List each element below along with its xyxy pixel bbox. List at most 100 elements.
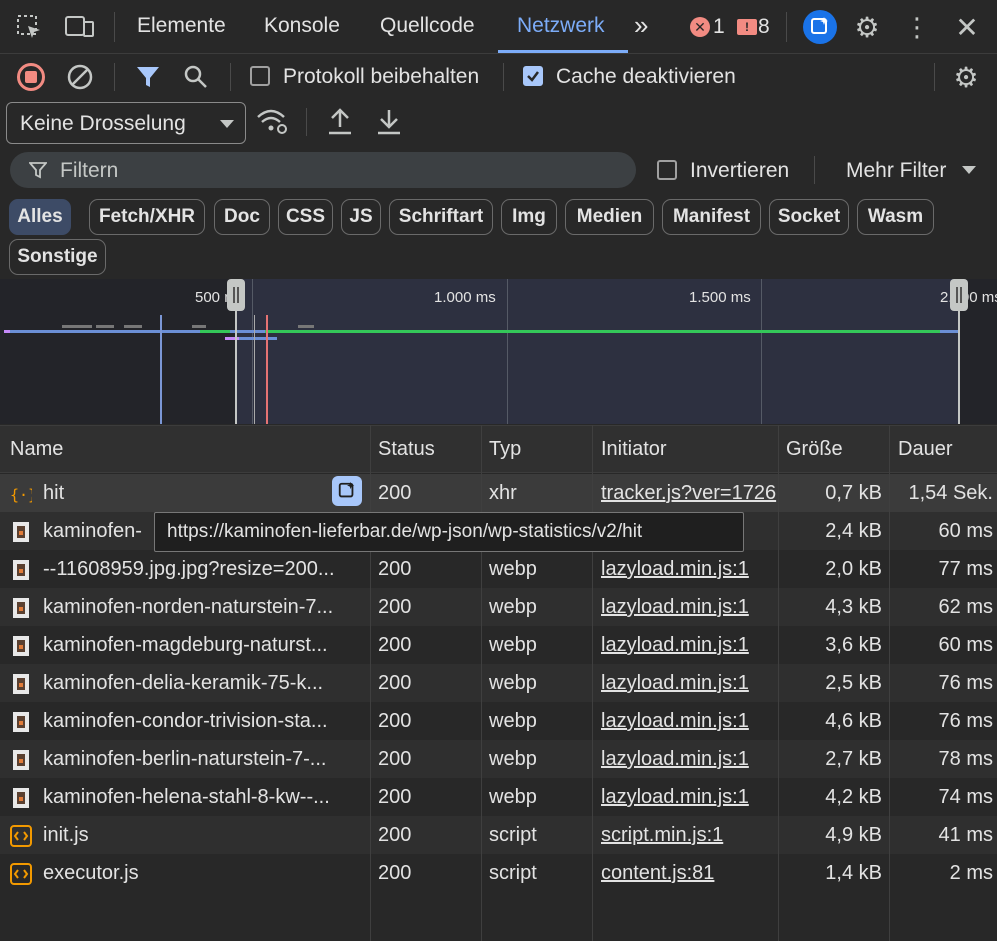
table-row[interactable]: --11608959.jpg.jpg?resize=200... 200 webp l… xyxy=(0,550,997,588)
cell-size: 2,4 kB xyxy=(825,520,882,542)
column-divider xyxy=(592,425,593,941)
chip-fetch-xhr[interactable]: Fetch/XHR xyxy=(89,199,205,235)
image-icon xyxy=(10,749,32,771)
overview-right-handle[interactable] xyxy=(950,279,968,311)
cell-initiator[interactable]: content.js:81 xyxy=(601,862,778,885)
cell-name: init.js xyxy=(43,824,89,846)
preserve-log-label[interactable]: Protokoll beibehalten xyxy=(283,65,479,89)
cell-size: 2,0 kB xyxy=(825,558,882,580)
table-row[interactable]: executor.js 200 script content.js:81 1,4 kB 2… xyxy=(0,854,997,892)
dropdown-arrow-icon[interactable] xyxy=(960,163,978,177)
cell-initiator[interactable]: lazyload.min.js:1 xyxy=(601,634,778,657)
chip-manifest[interactable]: Manifest xyxy=(662,199,761,235)
network-overview-timeline[interactable]: 500 ms 1.000 ms 1.500 ms 2.000 ms xyxy=(0,279,997,424)
cell-initiator[interactable]: lazyload.min.js:1 xyxy=(601,672,778,695)
invert-label[interactable]: Invertieren xyxy=(690,159,789,183)
overview-left-handle[interactable] xyxy=(227,279,245,311)
network-settings-icon[interactable]: ⚙ xyxy=(950,61,982,93)
column-header-initiator[interactable]: Initiator xyxy=(601,438,667,461)
network-toolbar: Protokoll beibehalten Cache deaktivieren… xyxy=(0,55,997,99)
column-header-name[interactable]: Name xyxy=(10,438,63,461)
table-row[interactable]: kaminofen-magdeburg-naturst... 200 webp laz… xyxy=(0,626,997,664)
chip-all[interactable]: Alles xyxy=(9,199,71,235)
filter-input[interactable]: Filtern xyxy=(10,152,636,188)
chip-font[interactable]: Schriftart xyxy=(389,199,493,235)
column-divider xyxy=(481,425,482,941)
marker-line xyxy=(254,315,255,424)
import-har-icon[interactable] xyxy=(324,106,356,138)
network-conditions-icon[interactable] xyxy=(256,106,290,138)
chip-img[interactable]: Img xyxy=(501,199,557,235)
column-header-type[interactable]: Typ xyxy=(489,438,521,461)
tab-sources[interactable]: Quellcode xyxy=(380,14,475,38)
more-tabs-button[interactable]: » xyxy=(634,10,648,41)
cell-initiator[interactable]: lazyload.min.js:1 xyxy=(601,748,778,771)
cell-type: webp xyxy=(489,710,537,732)
device-toolbar-icon[interactable] xyxy=(64,12,96,42)
search-icon[interactable] xyxy=(182,63,210,91)
tab-network[interactable]: Netzwerk xyxy=(517,14,605,38)
preserve-log-checkbox[interactable] xyxy=(250,66,270,86)
cell-time: 74 ms xyxy=(938,786,993,808)
table-row[interactable]: kaminofen-norden-naturstein-7... 200 webp l… xyxy=(0,588,997,626)
throttling-select[interactable]: Keine Drosselung xyxy=(6,102,246,144)
table-row[interactable]: kaminofen-condor-trivision-sta... 200 webp… xyxy=(0,702,997,740)
ai-assistant-row-icon[interactable] xyxy=(332,476,362,506)
chip-media[interactable]: Medien xyxy=(565,199,654,235)
disable-cache-label[interactable]: Cache deaktivieren xyxy=(556,65,736,89)
cell-size: 3,6 kB xyxy=(825,634,882,656)
cell-initiator[interactable]: script.min.js:1 xyxy=(601,824,778,847)
chip-other[interactable]: Sonstige xyxy=(9,239,106,275)
more-options-icon[interactable]: ⋮ xyxy=(902,12,932,42)
chip-doc[interactable]: Doc xyxy=(214,199,270,235)
issue-icon[interactable]: ! xyxy=(737,19,757,35)
error-icon[interactable]: ✕ xyxy=(690,17,710,37)
cell-initiator[interactable]: lazyload.min.js:1 xyxy=(601,596,778,619)
table-row[interactable]: {·} hit 200 xhr tracker.js?ver=1726 0,7 kB 1,5… xyxy=(0,474,997,512)
ai-assistant-icon[interactable] xyxy=(803,10,837,44)
tab-console[interactable]: Konsole xyxy=(264,14,340,38)
table-row[interactable]: kaminofen-delia-keramik-75-k... 200 webp la… xyxy=(0,664,997,702)
more-filters-button[interactable]: Mehr Filter xyxy=(846,159,946,183)
throttling-value: Keine Drosselung xyxy=(20,112,186,135)
error-count[interactable]: 1 xyxy=(713,15,725,39)
settings-gear-icon[interactable]: ⚙ xyxy=(852,12,882,43)
inspect-element-icon[interactable] xyxy=(14,12,44,42)
stop-recording-icon[interactable] xyxy=(17,63,45,91)
chip-js[interactable]: JS xyxy=(341,199,381,235)
timeline-bar xyxy=(298,325,314,328)
close-icon[interactable]: ✕ xyxy=(952,12,982,43)
cell-size: 2,7 kB xyxy=(825,748,882,770)
timeline-bar xyxy=(200,330,230,333)
column-header-time[interactable]: Dauer xyxy=(898,438,952,461)
cell-type: webp xyxy=(489,672,537,694)
column-header-status[interactable]: Status xyxy=(378,438,435,461)
column-header-size[interactable]: Größe xyxy=(786,438,843,461)
table-row[interactable]: kaminofen-berlin-naturstein-7-... 200 webp… xyxy=(0,740,997,778)
cell-size: 4,9 kB xyxy=(825,824,882,846)
cell-name: kaminofen-berlin-naturstein-7-... xyxy=(43,748,327,770)
overview-right-boundary xyxy=(958,311,960,424)
separator xyxy=(503,63,504,91)
cell-initiator[interactable]: tracker.js?ver=1726 xyxy=(601,482,778,505)
chip-css[interactable]: CSS xyxy=(278,199,333,235)
issue-count[interactable]: 8 xyxy=(758,15,770,39)
clear-icon[interactable] xyxy=(66,63,94,91)
script-icon xyxy=(10,863,32,885)
export-har-icon[interactable] xyxy=(373,106,405,138)
cell-initiator[interactable]: lazyload.min.js:1 xyxy=(601,710,778,733)
chip-socket[interactable]: Socket xyxy=(769,199,849,235)
separator xyxy=(114,63,115,91)
cell-type: webp xyxy=(489,634,537,656)
image-icon xyxy=(10,711,32,733)
cell-initiator[interactable]: lazyload.min.js:1 xyxy=(601,558,778,581)
disable-cache-checkbox[interactable] xyxy=(523,66,543,86)
table-row[interactable]: kaminofen-helena-stahl-8-kw--... 200 webp l… xyxy=(0,778,997,816)
cell-initiator[interactable]: lazyload.min.js:1 xyxy=(601,786,778,809)
filter-funnel-icon[interactable] xyxy=(134,63,162,91)
tab-elements[interactable]: Elemente xyxy=(137,14,226,38)
table-row[interactable]: init.js 200 script script.min.js:1 4,9 kB 41 … xyxy=(0,816,997,854)
chip-wasm[interactable]: Wasm xyxy=(857,199,934,235)
cell-time: 1,54 Sek. xyxy=(908,482,993,504)
invert-checkbox[interactable] xyxy=(657,160,677,180)
